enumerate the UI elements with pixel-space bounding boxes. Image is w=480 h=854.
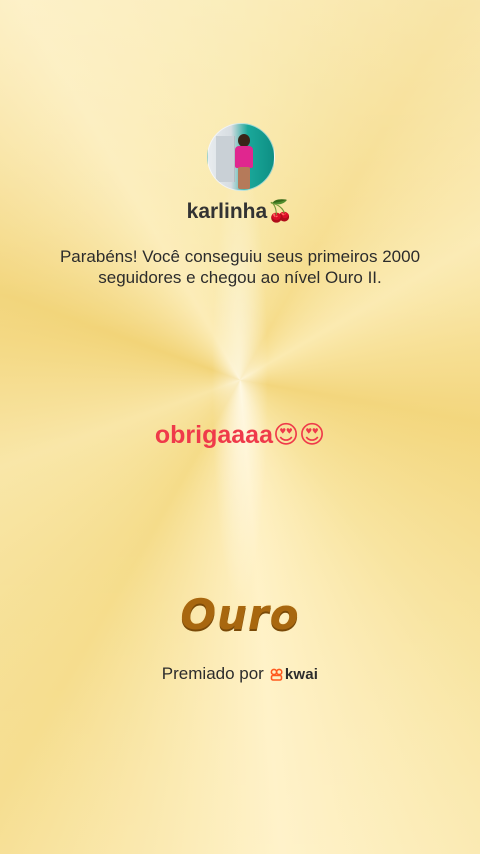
brand: kwai xyxy=(270,666,318,683)
avatar-photo-body xyxy=(235,146,253,168)
avatar-photo-door xyxy=(216,136,235,182)
level-title: Ouro xyxy=(180,590,300,639)
congrats-message: Parabéns! Você conseguiu seus primeiros … xyxy=(59,247,421,287)
awarded-by-label: Premiado por xyxy=(161,664,264,683)
brand-name: kwai xyxy=(284,665,319,683)
awarded-by: Premiado por kwai xyxy=(0,664,480,684)
user-message: obrigaaaa😍😍 xyxy=(154,421,326,449)
avatar[interactable] xyxy=(207,123,275,191)
kwai-logo-icon xyxy=(270,668,283,681)
avatar-photo-legs xyxy=(238,167,250,189)
username[interactable]: karlinha🍒 xyxy=(0,200,480,224)
